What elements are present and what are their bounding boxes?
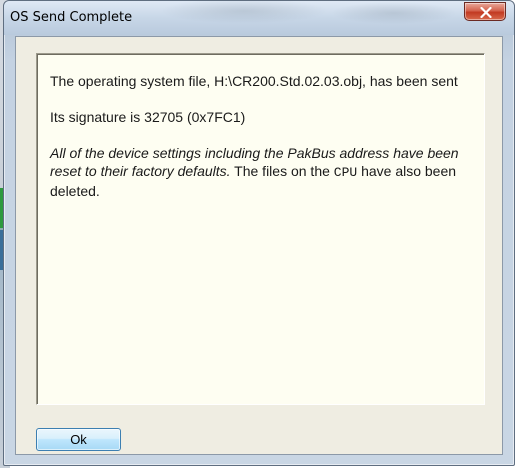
dialog-client-area: The operating system file, H:\CR200.Std.… [15, 36, 503, 455]
ok-button[interactable]: Ok [36, 428, 121, 451]
message-reset-notice: All of the device settings including the… [50, 144, 472, 200]
close-button[interactable] [464, 2, 506, 21]
window-title: OS Send Complete [10, 10, 133, 25]
dialog-window: OS Send Complete The operating system fi… [3, 0, 515, 466]
close-x-icon [480, 7, 492, 18]
cpu-label: CPU [333, 165, 358, 180]
title-bar[interactable]: OS Send Complete [4, 1, 514, 35]
message-signature: Its signature is 32705 (0x7FC1) [50, 109, 246, 125]
message-box: The operating system file, H:\CR200.Std.… [36, 53, 485, 405]
message-file-sent: The operating system file, H:\CR200.Std.… [50, 73, 458, 89]
reset-notice-text-a: The files on the [230, 163, 334, 179]
